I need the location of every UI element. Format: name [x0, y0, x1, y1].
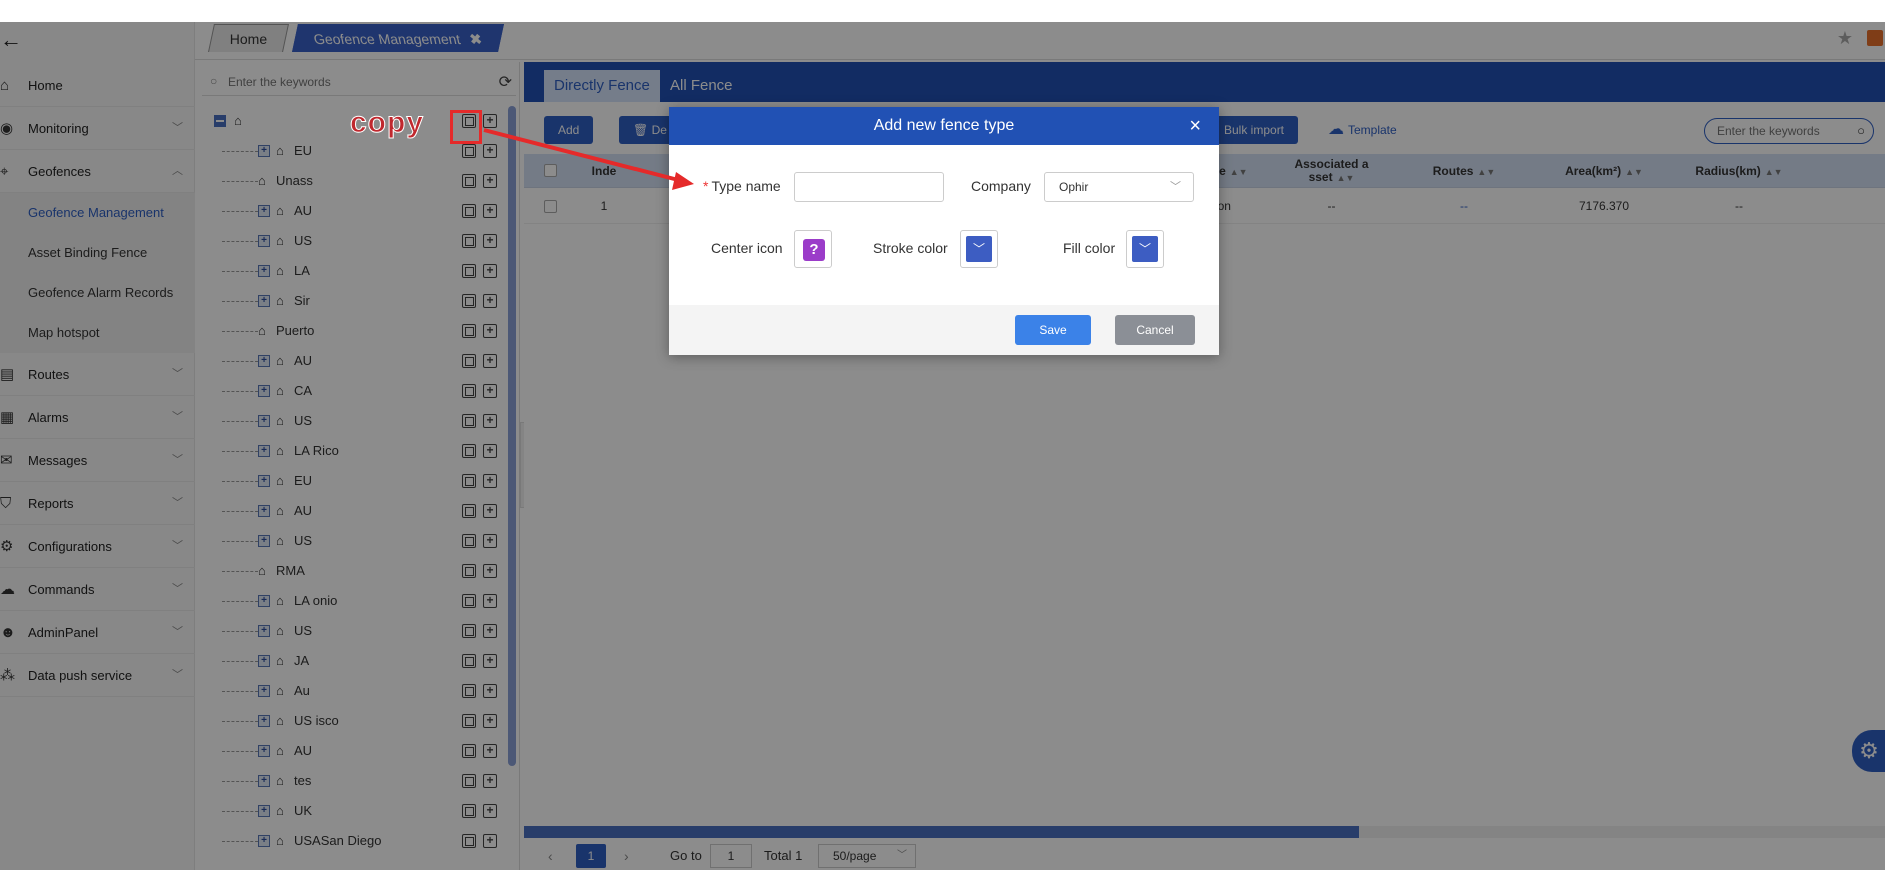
- fill-color-label: Fill color: [1063, 240, 1116, 256]
- save-button[interactable]: Save: [1015, 315, 1091, 345]
- dialog-title: Add new fence type: [873, 117, 1015, 134]
- company-value: Ophir: [1059, 180, 1089, 194]
- center-icon-label: Center icon: [711, 240, 783, 256]
- close-icon[interactable]: ×: [1189, 107, 1201, 145]
- stroke-color-label: Stroke color: [873, 240, 948, 256]
- dialog-footer: Save Cancel: [669, 305, 1219, 355]
- company-label: Company: [971, 178, 1031, 194]
- chevron-down-icon: ﹀: [1132, 236, 1158, 262]
- type-name-label: * Type name: [703, 178, 781, 194]
- required-mark: *: [703, 178, 709, 194]
- center-icon-picker[interactable]: ?: [794, 230, 832, 268]
- stroke-color-picker[interactable]: ﹀: [960, 230, 998, 268]
- chevron-down-icon: ﹀: [1170, 181, 1181, 193]
- dialog-header: Add new fence type ×: [669, 107, 1219, 145]
- cancel-button[interactable]: Cancel: [1115, 315, 1195, 345]
- company-select[interactable]: Ophir ﹀: [1044, 172, 1194, 202]
- fill-color-picker[interactable]: ﹀: [1126, 230, 1164, 268]
- annotation-copy-label: copy: [349, 106, 425, 140]
- chevron-down-icon: ﹀: [966, 236, 992, 262]
- question-icon: ?: [803, 239, 825, 261]
- top-strip: [0, 0, 1885, 22]
- add-fence-type-dialog: Add new fence type × * Type name Company …: [669, 107, 1219, 355]
- annotation-highlight-box: [450, 110, 482, 144]
- type-name-text: Type name: [711, 178, 781, 194]
- type-name-input[interactable]: [794, 172, 944, 202]
